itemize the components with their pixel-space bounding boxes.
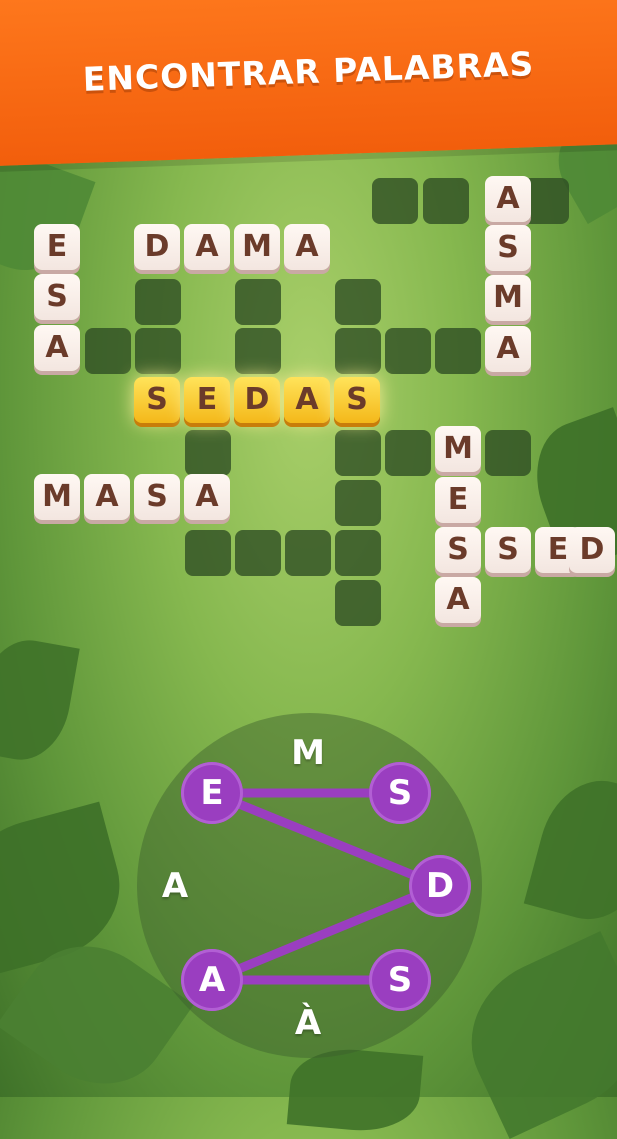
wheel-letter-s1[interactable]: S [369,762,431,824]
wheel-letter-e[interactable]: E [181,762,243,824]
wheel-letter-d[interactable]: D [409,855,471,917]
wheel-letter-a1[interactable]: A [144,855,206,917]
selection-path [207,788,445,985]
wheel-letter-s2[interactable]: S [369,949,431,1011]
wheel-letter-a2[interactable]: A [181,949,243,1011]
wheel-letter-m[interactable]: M [277,722,339,784]
wheel-letter-ag[interactable]: À [277,992,339,1054]
